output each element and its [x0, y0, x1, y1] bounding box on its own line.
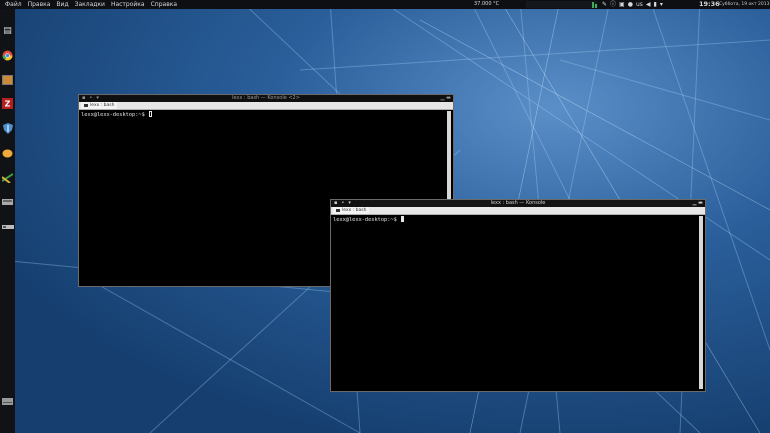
clipboard-icon[interactable]: ▣ — [619, 0, 625, 9]
tab-bar: lexx : bash — [331, 207, 705, 215]
window-menu-icon[interactable]: ▪ — [334, 200, 337, 207]
chrome-icon[interactable] — [1, 49, 14, 62]
filezilla-icon[interactable]: Z — [1, 97, 14, 110]
window-title: lexx : bash — Konsole <2> — [232, 95, 300, 101]
shield-icon[interactable] — [1, 122, 14, 135]
games-icon[interactable] — [1, 171, 14, 184]
minimize-button[interactable]: ▁ — [440, 95, 445, 102]
pen-icon[interactable]: ✎ — [602, 0, 607, 9]
tab-bar: lexx : bash — [79, 102, 453, 110]
menu-bookmarks[interactable]: Закладки — [72, 0, 108, 9]
menu-edit[interactable]: Правка — [25, 0, 54, 9]
system-load-graph — [526, 1, 598, 8]
date[interactable]: Суббота, 19 окт 2013 — [719, 0, 769, 9]
top-panel: Файл Правка Вид Закладки Настройка Справ… — [0, 0, 770, 9]
svg-text:Z: Z — [5, 100, 11, 109]
tab-lexx-bash[interactable]: lexx : bash — [81, 102, 118, 109]
tab-lexx-bash[interactable]: lexx : bash — [333, 207, 370, 214]
photo-viewer-icon[interactable] — [1, 73, 14, 86]
tab-label: lexx : bash — [90, 103, 115, 108]
pin-icon[interactable]: • — [89, 95, 92, 102]
mango-icon[interactable] — [1, 146, 14, 159]
maximize-button[interactable]: ▬ — [698, 200, 703, 207]
tab-label: lexx : bash — [342, 208, 367, 213]
battery-icon[interactable]: ▮ — [654, 0, 657, 9]
window-menu-icon[interactable]: ▪ — [82, 95, 85, 102]
keyboard-layout[interactable]: us — [636, 0, 643, 9]
volume-icon[interactable]: ◀ — [646, 0, 651, 9]
chevron-down-icon[interactable]: ▾ — [660, 0, 663, 9]
shell-prompt: lexx@lexx-desktop:~$ — [81, 111, 152, 119]
window-title: lexx : bash — Konsole — [490, 200, 546, 206]
shade-icon[interactable]: ▾ — [96, 95, 99, 102]
shade-icon[interactable]: ▾ — [348, 200, 351, 207]
file-manager-icon[interactable]: ▤ — [1, 24, 14, 37]
left-dock: ▤ Z — [0, 9, 15, 433]
pin-icon[interactable]: • — [341, 200, 344, 207]
konsole-window[interactable]: ▪ • ▾ lexx : bash — Konsole ▁ ▬ lexx : b… — [330, 199, 706, 392]
maximize-button[interactable]: ▬ — [446, 95, 451, 102]
menu-bar: Файл Правка Вид Закладки Настройка Справ… — [2, 0, 180, 9]
network-icon[interactable] — [1, 220, 14, 233]
scrollbar[interactable] — [699, 216, 703, 389]
terminal-area[interactable]: lexx@lexx-desktop:~$ — [333, 216, 703, 389]
hard-drive-icon[interactable] — [1, 395, 14, 408]
terminal-icon — [336, 209, 340, 212]
clock[interactable]: 19:36 — [699, 0, 720, 9]
minimize-button[interactable]: ▁ — [692, 200, 697, 207]
temperature-readout: 37.000 °C — [474, 1, 500, 7]
menu-help[interactable]: Справка — [148, 0, 180, 9]
terminal-cursor — [400, 216, 404, 222]
info-icon[interactable]: ⓘ — [610, 0, 616, 9]
drive-icon[interactable] — [1, 195, 14, 208]
window-titlebar[interactable]: ▪ • ▾ lexx : bash — Konsole ▁ ▬ — [331, 200, 705, 207]
system-tray: ✎ ⓘ ▣ ● us ◀ ▮ ▾ — [602, 0, 663, 9]
menu-file[interactable]: Файл — [2, 0, 25, 9]
window-titlebar[interactable]: ▪ • ▾ lexx : bash — Konsole <2> ▁ ▬ — [79, 95, 453, 102]
terminal-icon — [84, 104, 88, 107]
terminal-cursor — [148, 111, 152, 117]
menu-view[interactable]: Вид — [53, 0, 71, 9]
menu-settings[interactable]: Настройка — [108, 0, 148, 9]
chat-icon[interactable]: ● — [628, 0, 633, 9]
shell-prompt: lexx@lexx-desktop:~$ — [333, 216, 404, 224]
